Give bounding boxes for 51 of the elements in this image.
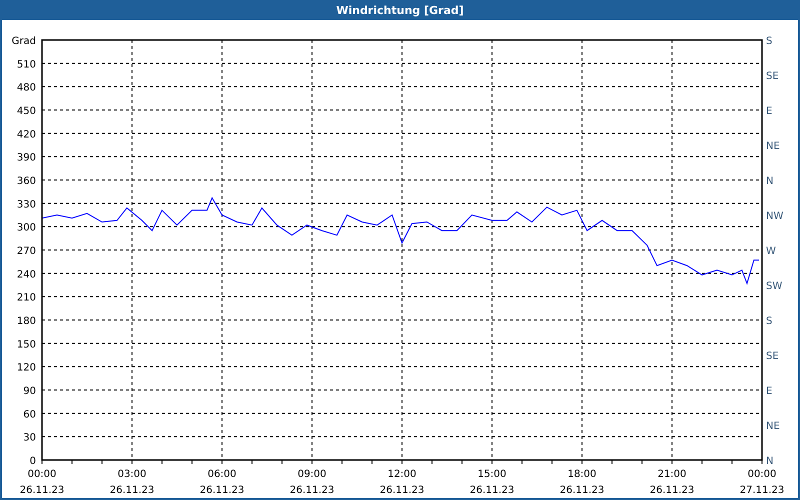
date-label: 26.11.23 [560, 485, 604, 496]
y-tick-label: 420 [16, 129, 36, 140]
y-tick-label: 480 [16, 82, 36, 94]
y-tick-label: 150 [16, 339, 36, 350]
compass-label: S [766, 316, 772, 327]
date-label: 26.11.23 [650, 485, 694, 496]
y-tick-label: 270 [16, 246, 36, 257]
x-tick-label: 03:00 [118, 469, 146, 480]
x-tick-label: 00:00 [748, 469, 776, 480]
y-tick-label: 0 [30, 456, 36, 467]
y-tick-label: 330 [16, 199, 36, 210]
y-tick-label: 360 [16, 176, 36, 187]
date-label: 26.11.23 [470, 485, 514, 496]
x-tick-label: 12:00 [388, 469, 416, 480]
date-label: 26.11.23 [380, 485, 424, 496]
y-axis-label: Grad [12, 36, 36, 47]
date-label: 26.11.23 [20, 485, 64, 496]
compass-label: E [766, 106, 772, 117]
y-tick-label: 210 [16, 292, 36, 304]
compass-label: N [766, 456, 774, 467]
x-tick-label: 15:00 [478, 469, 506, 480]
compass-label: NE [766, 141, 780, 152]
compass-label: SE [766, 71, 779, 82]
date-label: 26.11.23 [290, 485, 334, 496]
x-tick-label: 06:00 [208, 469, 236, 480]
compass-label: S [766, 36, 772, 47]
compass-label: N [766, 176, 774, 187]
x-tick-label: 00:00 [28, 469, 56, 480]
date-label: 26.11.23 [110, 485, 154, 496]
y-tick-label: 510 [16, 59, 36, 70]
compass-label: SE [766, 351, 779, 362]
y-tick-label: 120 [16, 362, 36, 374]
y-tick-label: 180 [16, 316, 36, 327]
x-tick-label: 18:00 [568, 469, 596, 480]
compass-label: E [766, 386, 772, 397]
y-tick-label: 30 [23, 432, 36, 444]
compass-label: SW [766, 281, 782, 292]
compass-label: W [766, 246, 776, 257]
compass-label: NW [766, 211, 784, 222]
y-tick-label: 90 [23, 386, 36, 397]
x-tick-label: 09:00 [298, 469, 326, 480]
y-tick-label: 60 [23, 409, 36, 420]
y-tick-label: 300 [16, 222, 36, 234]
date-label: 27.11.23 [740, 485, 784, 496]
x-tick-label: 21:00 [658, 469, 686, 480]
y-tick-label: 390 [16, 152, 36, 164]
date-label: 26.11.23 [200, 485, 244, 496]
compass-label: NE [766, 421, 780, 432]
y-tick-label: 240 [16, 269, 36, 280]
window-title: Windrichtung [Grad] [2, 0, 798, 20]
y-tick-label: 450 [16, 106, 36, 117]
